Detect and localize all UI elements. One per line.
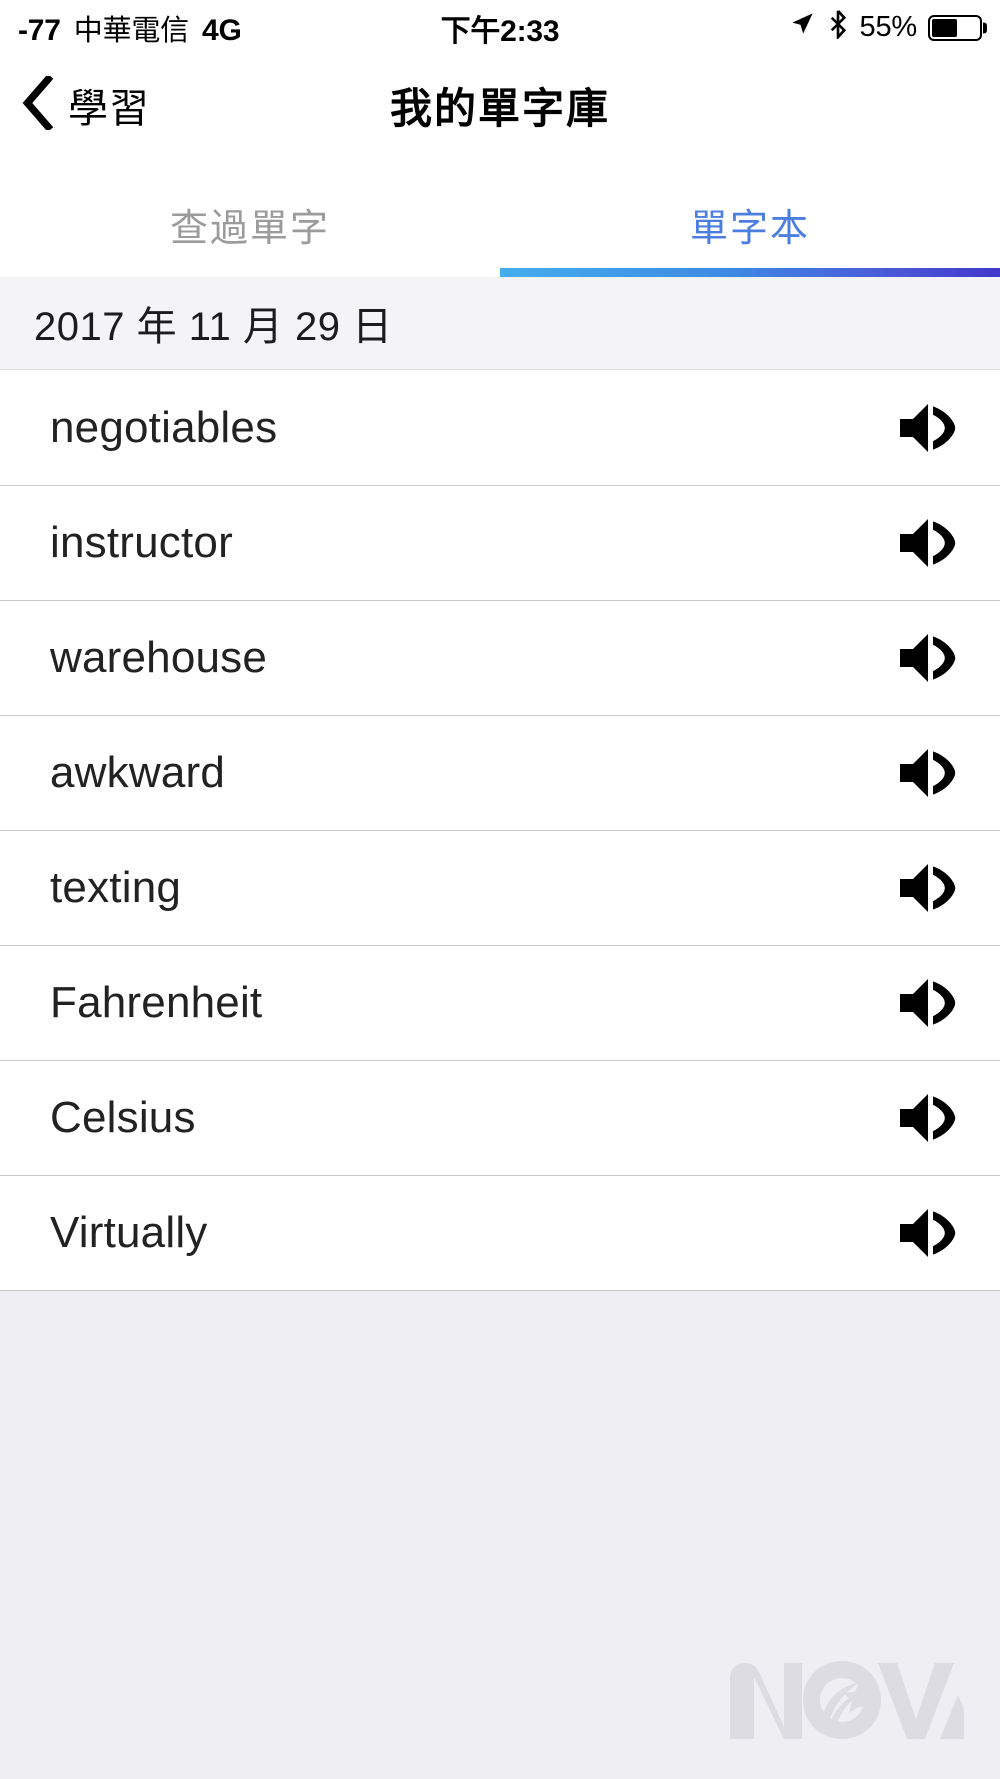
tab-wordbook[interactable]: 單字本: [500, 155, 1000, 277]
status-bar-left: -77 中華電信 4G: [18, 7, 242, 49]
word-list: negotiables instructor warehouse awkward tex…: [0, 370, 1000, 1290]
tab-searched-words-label: 查過單字: [169, 208, 330, 250]
word-label: Virtually: [50, 1208, 208, 1257]
app-root: -77 中華電信 4G 下午2:33 55% 學習 我的單字庫 查過單字 單字本…: [0, 0, 1000, 1779]
nova-watermark: [726, 1657, 964, 1743]
date-section-header-label: 2017 年 11 月 29 日: [34, 305, 393, 349]
status-bar: -77 中華電信 4G 下午2:33 55%: [0, 0, 1000, 55]
table-row[interactable]: negotiables: [0, 370, 1000, 485]
empty-list-area: [0, 1290, 1000, 1779]
table-row[interactable]: awkward: [0, 715, 1000, 830]
speaker-icon[interactable]: [880, 1061, 1000, 1176]
location-arrow-icon: [789, 10, 816, 45]
speaker-icon[interactable]: [880, 370, 1000, 485]
tab-searched-words[interactable]: 查過單字: [0, 155, 500, 277]
page-title: 我的單字庫: [389, 84, 610, 132]
word-label: Fahrenheit: [50, 978, 263, 1027]
word-label: warehouse: [50, 633, 268, 682]
status-bar-right: 55%: [789, 9, 982, 47]
word-label: Celsius: [50, 1093, 196, 1142]
chevron-left-icon: [20, 73, 54, 135]
word-label: awkward: [50, 748, 226, 797]
table-row[interactable]: instructor: [0, 485, 1000, 600]
speaker-icon[interactable]: [880, 601, 1000, 716]
table-row[interactable]: warehouse: [0, 600, 1000, 715]
speaker-icon[interactable]: [880, 486, 1000, 601]
table-row[interactable]: Fahrenheit: [0, 945, 1000, 1060]
battery-icon: [928, 14, 982, 41]
word-label: negotiables: [50, 402, 278, 452]
speaker-icon[interactable]: [880, 716, 1000, 831]
tab-active-indicator: [500, 268, 1000, 277]
carrier-name: 中華電信: [73, 14, 189, 47]
table-row[interactable]: texting: [0, 830, 1000, 945]
word-label: instructor: [50, 518, 233, 567]
table-row[interactable]: Virtually: [0, 1175, 1000, 1290]
speaker-icon[interactable]: [880, 831, 1000, 946]
back-button-label: 學習: [68, 87, 150, 131]
table-row[interactable]: Celsius: [0, 1060, 1000, 1175]
speaker-icon[interactable]: [880, 946, 1000, 1061]
speaker-icon[interactable]: [880, 1176, 1000, 1291]
network-type-label: 4G: [201, 13, 242, 47]
date-section-header: 2017 年 11 月 29 日: [0, 277, 1000, 370]
bluetooth-icon: [827, 9, 849, 47]
word-label: texting: [50, 863, 182, 912]
signal-rssi-text: -77: [18, 13, 61, 47]
battery-percent-text: 55%: [859, 11, 918, 43]
navigation-bar: 學習 我的單字庫: [0, 55, 1000, 155]
tab-wordbook-label: 單字本: [689, 208, 810, 250]
back-button[interactable]: 學習: [0, 73, 150, 135]
tab-bar: 查過單字 單字本: [0, 155, 1000, 277]
